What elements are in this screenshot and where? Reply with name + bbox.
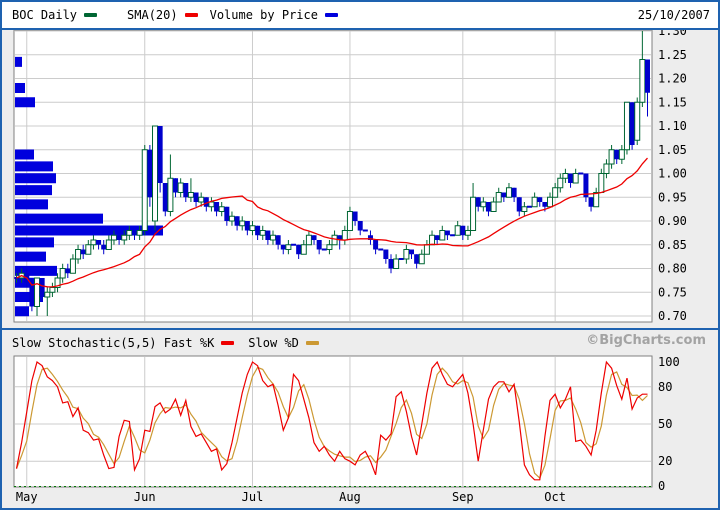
- legend-item-slow-d: Slow %D: [248, 336, 319, 350]
- svg-text:1.00: 1.00: [658, 167, 687, 181]
- svg-text:Jun: Jun: [134, 490, 156, 504]
- legend-label-sma20: SMA(20): [127, 8, 178, 22]
- legend-item-fast-k: Slow Stochastic(5,5) Fast %K: [12, 336, 234, 350]
- svg-text:Aug: Aug: [339, 490, 361, 504]
- fast-k-color-swatch: [221, 341, 234, 345]
- chart-canvas: 1.301.251.201.151.101.051.000.950.900.85…: [2, 2, 718, 508]
- price-plot-background: [14, 30, 652, 322]
- svg-text:1.20: 1.20: [658, 72, 687, 86]
- slow-d-color-swatch: [306, 341, 319, 345]
- svg-text:1.15: 1.15: [658, 95, 687, 109]
- svg-text:0.95: 0.95: [658, 190, 687, 204]
- svg-text:1.10: 1.10: [658, 119, 687, 133]
- svg-text:0.70: 0.70: [658, 309, 687, 323]
- svg-text:80: 80: [658, 380, 672, 394]
- svg-text:Sep: Sep: [452, 490, 474, 504]
- legend-label-boc-daily: BOC Daily: [12, 8, 77, 22]
- legend-item-boc-daily: BOC Daily: [12, 8, 97, 22]
- volume-by-price-color-swatch: [325, 13, 338, 17]
- svg-text:0.80: 0.80: [658, 262, 687, 276]
- svg-text:20: 20: [658, 454, 672, 468]
- legend-label-slow-d: Slow %D: [248, 336, 299, 350]
- svg-text:May: May: [16, 490, 38, 504]
- legend-label-volume-by-price: Volume by Price: [210, 8, 318, 22]
- svg-text:Jul: Jul: [242, 490, 264, 504]
- svg-text:0: 0: [658, 479, 665, 493]
- sma20-color-swatch: [185, 13, 198, 17]
- svg-text:1.05: 1.05: [658, 143, 687, 157]
- price-chart-legend-bar: BOC Daily SMA(20) Volume by Price 25/10/…: [2, 2, 718, 30]
- svg-text:100: 100: [658, 355, 680, 369]
- svg-text:1.25: 1.25: [658, 48, 687, 62]
- svg-text:0.75: 0.75: [658, 285, 687, 299]
- svg-text:Oct: Oct: [544, 490, 566, 504]
- chart-date: 25/10/2007: [638, 8, 710, 22]
- svg-text:50: 50: [658, 417, 672, 431]
- legend-item-volume-by-price: Volume by Price: [210, 8, 338, 22]
- panel-separator: [2, 328, 718, 330]
- svg-text:0.85: 0.85: [658, 238, 687, 252]
- stochastic-legend-bar: Slow Stochastic(5,5) Fast %K Slow %D: [12, 332, 333, 354]
- legend-item-sma20: SMA(20): [127, 8, 198, 22]
- legend-label-fast-k: Slow Stochastic(5,5) Fast %K: [12, 336, 214, 350]
- stochastic-plot-background: [14, 356, 652, 487]
- svg-text:0.90: 0.90: [658, 214, 687, 228]
- bigcharts-frame: BOC Daily SMA(20) Volume by Price 25/10/…: [0, 0, 720, 510]
- boc-daily-color-swatch: [84, 13, 97, 17]
- bigcharts-watermark: ©BigCharts.com: [586, 333, 706, 348]
